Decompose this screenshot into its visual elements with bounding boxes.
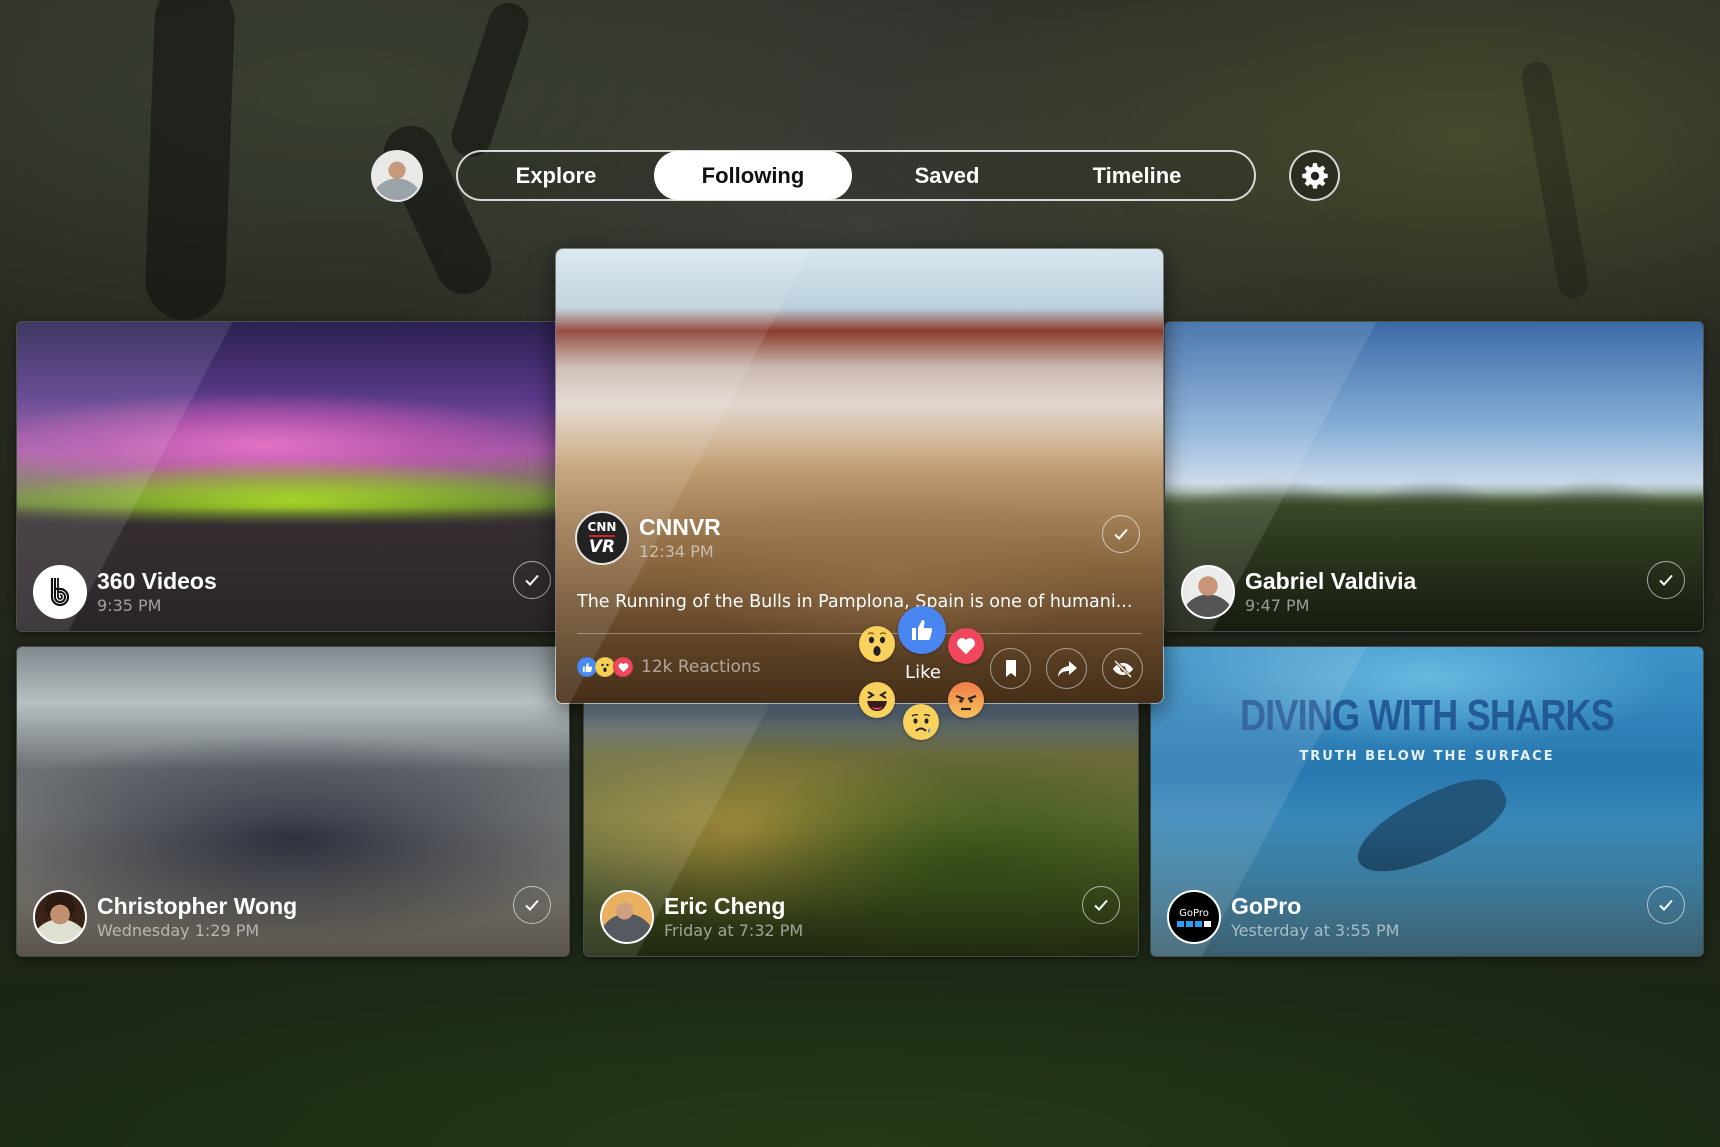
share-button[interactable] bbox=[1046, 648, 1087, 689]
thumbnail-title: DIVING WITH SHARKS bbox=[1239, 691, 1615, 740]
author-name[interactable]: Christopher Wong bbox=[97, 892, 297, 920]
cnn-logo-text: CNN bbox=[587, 519, 617, 534]
checkmark-icon bbox=[525, 574, 539, 586]
background-tree-branch bbox=[446, 0, 534, 163]
video-card[interactable]: Gabriel Valdivia 9:47 PM bbox=[1164, 321, 1704, 632]
reactions-summary[interactable]: 12k Reactions bbox=[577, 657, 761, 677]
author-name[interactable]: Eric Cheng bbox=[664, 892, 803, 920]
post-time: 12:34 PM bbox=[639, 542, 714, 561]
tab-following[interactable]: Following bbox=[654, 151, 852, 200]
reactions-count: 12k Reactions bbox=[641, 657, 761, 677]
like-reaction-button[interactable] bbox=[898, 606, 946, 654]
avatar[interactable] bbox=[1181, 565, 1235, 619]
tab-explore[interactable]: Explore bbox=[458, 151, 654, 200]
post-time: Yesterday at 3:55 PM bbox=[1231, 921, 1400, 940]
heart-icon bbox=[956, 638, 976, 655]
checkmark-icon bbox=[1659, 574, 1673, 586]
video-card[interactable]: Christopher Wong Wednesday 1:29 PM bbox=[16, 646, 570, 957]
checkmark-icon bbox=[1094, 899, 1108, 911]
avatar[interactable] bbox=[600, 890, 654, 944]
background-tree-trunk bbox=[144, 0, 236, 322]
angry-reaction-button[interactable] bbox=[948, 682, 984, 718]
tab-saved[interactable]: Saved bbox=[852, 151, 1042, 200]
author-name[interactable]: GoPro bbox=[1231, 892, 1399, 920]
mark-seen-button[interactable] bbox=[1102, 515, 1140, 553]
wow-face-icon bbox=[867, 632, 887, 656]
checkmark-icon bbox=[1114, 528, 1128, 540]
angry-face-icon bbox=[955, 694, 977, 711]
share-arrow-icon bbox=[1057, 660, 1077, 677]
mark-seen-button[interactable] bbox=[513, 561, 551, 599]
wow-reaction-icon bbox=[595, 657, 615, 677]
avatar[interactable] bbox=[33, 890, 87, 944]
eye-slash-icon bbox=[1112, 659, 1133, 678]
bookmark-icon bbox=[1005, 660, 1016, 677]
post-time: 9:47 PM bbox=[1245, 596, 1310, 615]
like-reaction-icon bbox=[577, 657, 597, 677]
love-reaction-button[interactable] bbox=[948, 628, 984, 664]
checkmark-icon bbox=[1659, 899, 1673, 911]
thumbnail-subtitle: TRUTH BELOW THE SURFACE bbox=[1299, 749, 1555, 764]
save-button[interactable] bbox=[990, 648, 1031, 689]
gopro-logo-icon bbox=[1177, 920, 1211, 927]
author-name[interactable]: 360 Videos bbox=[97, 567, 217, 595]
sad-reaction-button[interactable] bbox=[903, 704, 939, 740]
laughing-face-icon bbox=[867, 691, 887, 711]
avatar[interactable] bbox=[33, 565, 87, 619]
vr-logo-text: VR bbox=[588, 536, 616, 557]
love-reaction-icon bbox=[613, 657, 633, 677]
mark-seen-button[interactable] bbox=[1647, 886, 1685, 924]
tab-timeline[interactable]: Timeline bbox=[1042, 151, 1232, 200]
post-meta: Gabriel Valdivia 9:47 PM bbox=[1181, 565, 1416, 619]
post-meta: Eric Cheng Friday at 7:32 PM bbox=[600, 890, 803, 944]
post-time: Friday at 7:32 PM bbox=[664, 921, 804, 940]
video-card[interactable]: DIVING WITH SHARKS TRUTH BELOW THE SURFA… bbox=[1150, 646, 1704, 957]
checkmark-icon bbox=[525, 899, 539, 911]
wow-reaction-button[interactable] bbox=[859, 626, 895, 662]
mark-seen-button[interactable] bbox=[1082, 886, 1120, 924]
360-videos-logo-icon bbox=[50, 578, 70, 607]
sad-face-icon bbox=[911, 713, 931, 733]
avatar[interactable]: CNN VR bbox=[575, 511, 629, 565]
gear-icon bbox=[1301, 162, 1328, 189]
author-name[interactable]: Gabriel Valdivia bbox=[1245, 567, 1416, 595]
video-card[interactable]: 360 Videos 9:35 PM bbox=[16, 321, 570, 632]
mark-seen-button[interactable] bbox=[1647, 561, 1685, 599]
haha-reaction-button[interactable] bbox=[859, 682, 895, 718]
gopro-logo-text: GoPro bbox=[1179, 907, 1209, 919]
post-meta: 360 Videos 9:35 PM bbox=[33, 565, 217, 619]
mark-seen-button[interactable] bbox=[513, 886, 551, 924]
nav-tabs: Explore Following Saved Timeline bbox=[456, 150, 1256, 201]
post-meta: Christopher Wong Wednesday 1:29 PM bbox=[33, 890, 297, 944]
post-description[interactable]: The Running of the Bulls in Pamplona, Sp… bbox=[577, 592, 1147, 612]
thumbs-up-icon bbox=[912, 620, 933, 640]
author-name[interactable]: CNNVR bbox=[639, 513, 721, 541]
hide-button[interactable] bbox=[1102, 648, 1143, 689]
post-time: Wednesday 1:29 PM bbox=[97, 921, 260, 940]
background-tree-trunk bbox=[1519, 59, 1591, 301]
settings-button[interactable] bbox=[1289, 150, 1340, 201]
user-avatar[interactable] bbox=[371, 150, 423, 202]
avatar[interactable]: GoPro bbox=[1167, 890, 1221, 944]
post-meta: CNN VR CNNVR 12:34 PM bbox=[575, 511, 721, 565]
post-meta: GoPro GoPro Yesterday at 3:55 PM bbox=[1167, 890, 1399, 944]
post-time: 9:35 PM bbox=[97, 596, 162, 615]
reaction-hover-label: Like bbox=[905, 662, 941, 683]
